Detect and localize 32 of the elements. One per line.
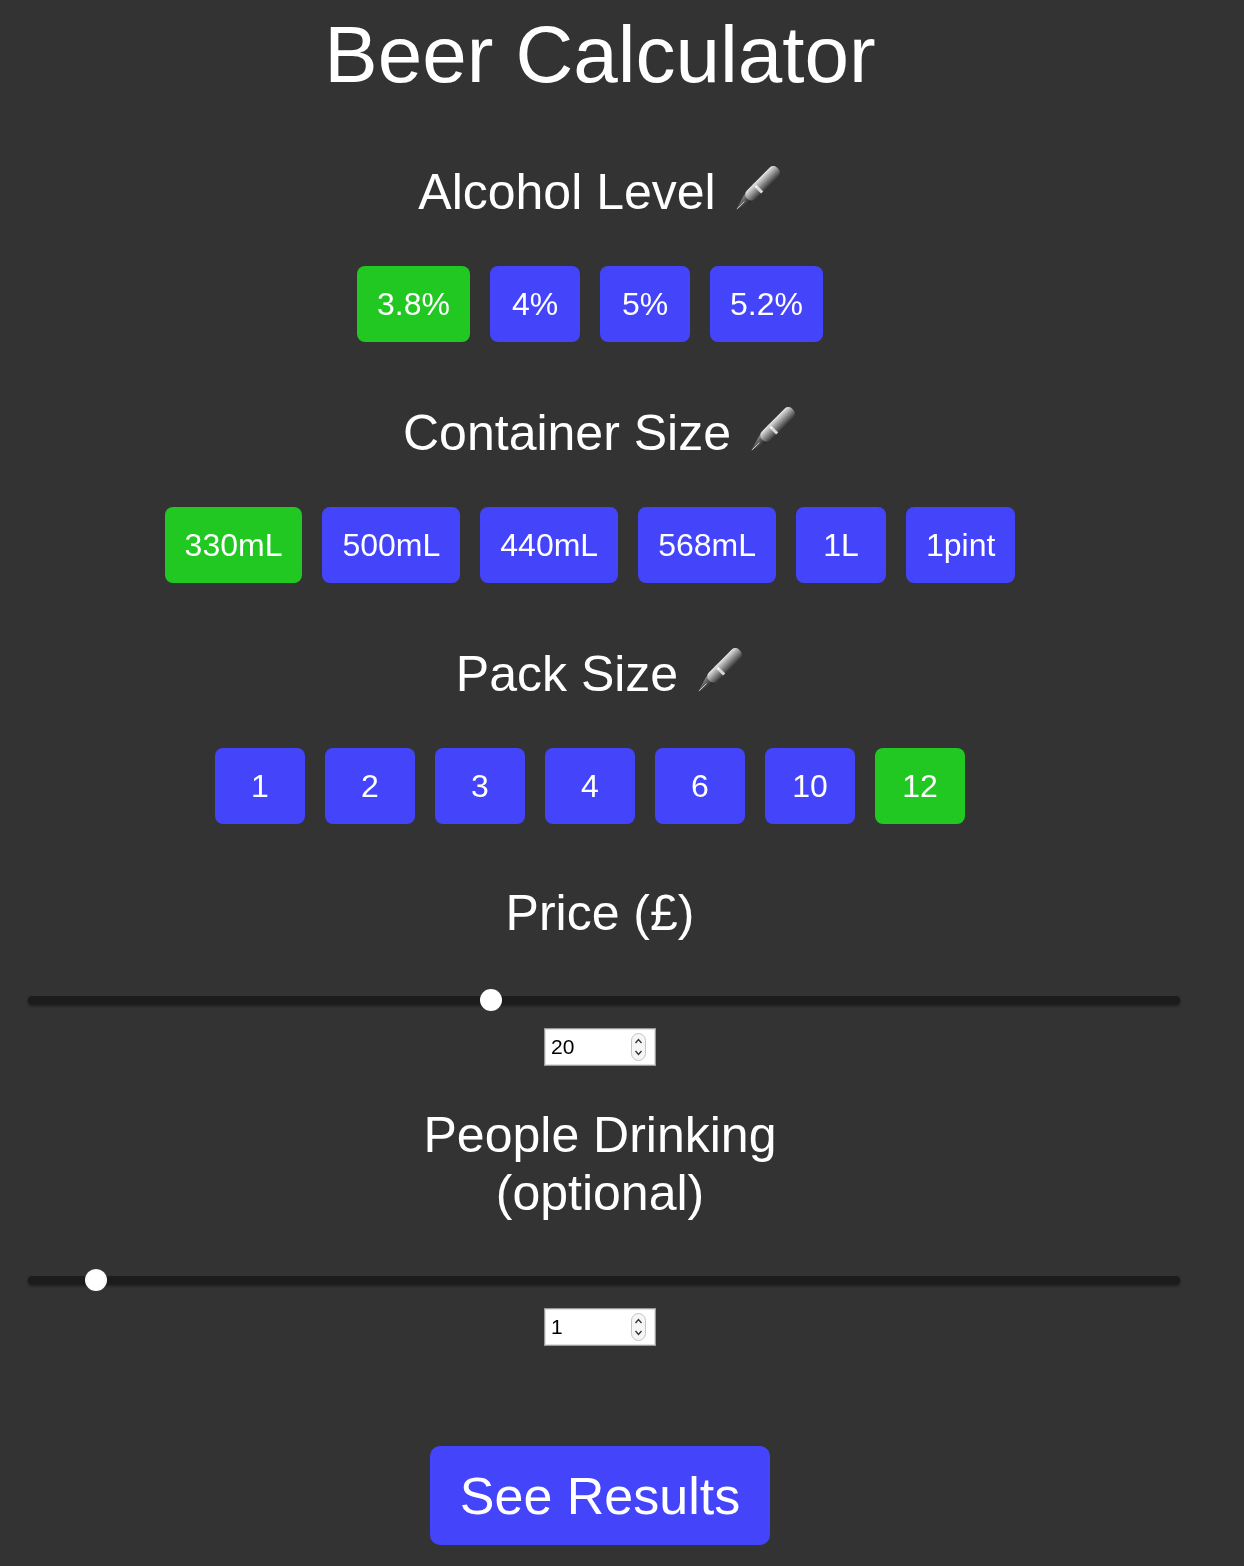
section-heading: Alcohol Level bbox=[418, 163, 716, 221]
option-button[interactable]: 4 bbox=[545, 748, 635, 824]
option-button[interactable]: 1pint bbox=[906, 507, 1016, 583]
option-button[interactable]: 500mL bbox=[322, 507, 461, 583]
option-button[interactable]: 5% bbox=[600, 266, 690, 342]
range-slider[interactable] bbox=[28, 1269, 1180, 1291]
option-button[interactable]: 1L bbox=[796, 507, 886, 583]
page-title: Beer Calculator bbox=[324, 9, 876, 101]
option-button[interactable]: 2 bbox=[325, 748, 415, 824]
section-heading: Pack Size bbox=[455, 645, 679, 703]
option-button[interactable]: 6 bbox=[655, 748, 745, 824]
section-heading: People Drinking (optional) bbox=[422, 1106, 778, 1222]
number-field[interactable]: 20 bbox=[544, 1028, 656, 1066]
number-field[interactable]: 1 bbox=[544, 1308, 656, 1346]
option-button[interactable]: 440mL bbox=[480, 507, 619, 583]
see-results-button[interactable]: See Results bbox=[429, 1446, 771, 1545]
fountain-pen-icon bbox=[734, 164, 782, 212]
option-button[interactable]: 568mL bbox=[638, 507, 776, 583]
spinner-icon[interactable] bbox=[631, 1313, 646, 1341]
fountain-pen-icon bbox=[697, 646, 745, 694]
section-heading: Container Size bbox=[403, 404, 731, 462]
option-button[interactable]: 1 bbox=[215, 748, 305, 824]
slider-thumb[interactable] bbox=[480, 989, 502, 1011]
section-heading: Price (£) bbox=[505, 884, 695, 942]
option-button[interactable]: 3 bbox=[435, 748, 525, 824]
option-button[interactable]: 5.2% bbox=[710, 266, 823, 342]
range-slider[interactable] bbox=[28, 989, 1180, 1011]
option-button[interactable]: 10 bbox=[765, 748, 855, 824]
spinner-icon[interactable] bbox=[631, 1033, 646, 1061]
fountain-pen-icon bbox=[750, 405, 797, 453]
option-button[interactable]: 4% bbox=[490, 266, 580, 342]
slider-thumb[interactable] bbox=[84, 1269, 107, 1291]
